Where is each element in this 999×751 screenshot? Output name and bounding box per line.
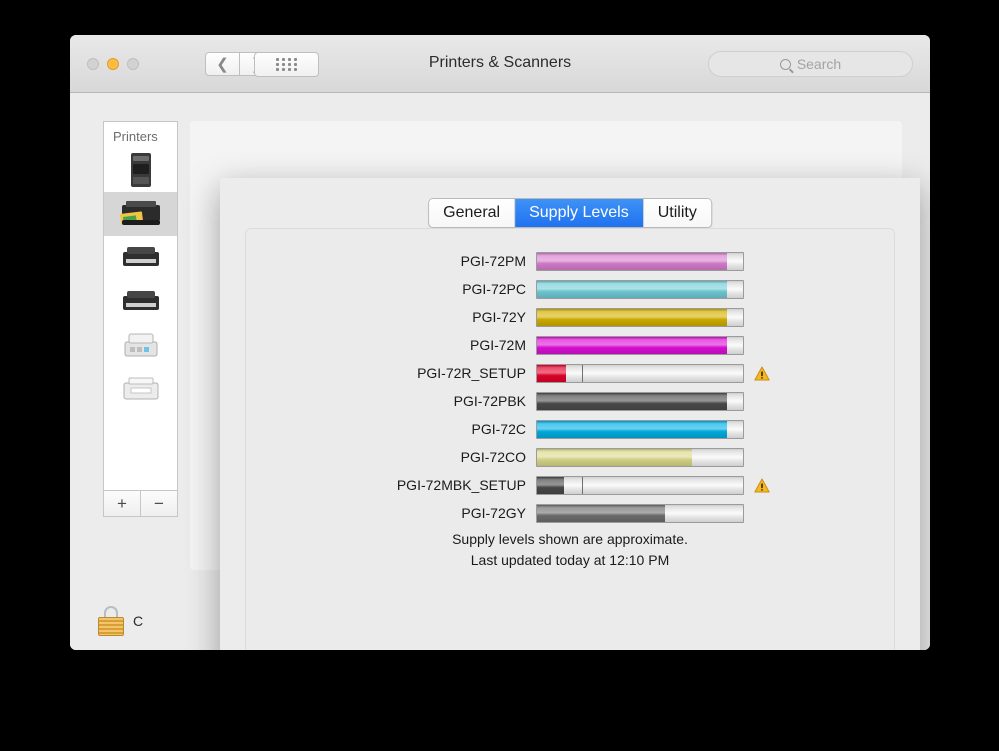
sidebar-add-remove-bar: + − bbox=[103, 491, 178, 517]
warning-spacer bbox=[754, 338, 770, 353]
supply-label: PGI-72MBK_SETUP bbox=[246, 477, 536, 493]
sidebar-item-printer-4[interactable] bbox=[104, 280, 177, 324]
supply-gauge-fill bbox=[537, 309, 727, 326]
supply-gauge-fill bbox=[537, 421, 727, 438]
supply-threshold-tick bbox=[582, 477, 583, 494]
printer-list-sidebar[interactable]: Printers bbox=[103, 121, 178, 491]
supply-row: PGI-72GY bbox=[246, 500, 894, 526]
supply-gauge bbox=[536, 308, 744, 327]
supply-gauge-fill bbox=[537, 449, 692, 466]
search-input[interactable]: Search bbox=[708, 51, 913, 77]
add-printer-button[interactable]: + bbox=[104, 491, 141, 516]
desktop-backdrop: ❮ ❯ Printers & Scanners Search s... Prin bbox=[0, 0, 999, 751]
supply-label: PGI-72M bbox=[246, 337, 536, 353]
supply-gauge bbox=[536, 280, 744, 299]
supply-gauge bbox=[536, 448, 744, 467]
remove-printer-button[interactable]: − bbox=[141, 491, 177, 516]
window-body: s... Printers bbox=[70, 93, 930, 650]
supply-label: PGI-72C bbox=[246, 421, 536, 437]
supply-gauge-fill bbox=[537, 337, 727, 354]
supply-row: PGI-72MBK_SETUP bbox=[246, 472, 894, 498]
tab-utility[interactable]: Utility bbox=[644, 199, 711, 227]
lock-label: C bbox=[133, 613, 143, 629]
supply-label: PGI-72R_SETUP bbox=[246, 365, 536, 381]
warning-spacer bbox=[754, 282, 770, 297]
warning-spacer bbox=[754, 310, 770, 325]
preference-lock-row[interactable]: C bbox=[98, 606, 143, 636]
supply-row: PGI-72M bbox=[246, 332, 894, 358]
supply-gauge bbox=[536, 364, 744, 383]
supply-label: PGI-72Y bbox=[246, 309, 536, 325]
sheet-tab-bar: General Supply Levels Utility bbox=[428, 198, 712, 228]
supply-label: PGI-72PBK bbox=[246, 393, 536, 409]
supply-row: PGI-72PC bbox=[246, 276, 894, 302]
supply-footer-note: Supply levels shown are approximate. Las… bbox=[246, 529, 894, 571]
fax-icon bbox=[119, 330, 163, 362]
printers-and-scanners-window: ❮ ❯ Printers & Scanners Search s... Prin bbox=[70, 35, 930, 650]
tab-general[interactable]: General bbox=[429, 199, 515, 227]
supply-gauge-fill bbox=[537, 477, 564, 494]
supply-gauge bbox=[536, 476, 744, 495]
warning-spacer bbox=[754, 422, 770, 437]
supply-row: PGI-72PM bbox=[246, 248, 894, 274]
supply-gauge-fill bbox=[537, 253, 727, 270]
search-placeholder: Search bbox=[797, 56, 841, 72]
supply-levels-chart: PGI-72PM PGI-72PC PGI-72Y PGI-72M PGI-72R_SE… bbox=[246, 248, 894, 528]
supply-row: PGI-72Y bbox=[246, 304, 894, 330]
sidebar-item-printer-2[interactable] bbox=[104, 192, 177, 236]
supply-row: PGI-72CO bbox=[246, 444, 894, 470]
supply-gauge bbox=[536, 504, 744, 523]
supply-row: PGI-72PBK bbox=[246, 388, 894, 414]
padlock-icon[interactable] bbox=[98, 606, 124, 636]
supply-label: PGI-72CO bbox=[246, 449, 536, 465]
footer-line-2: Last updated today at 12:10 PM bbox=[246, 550, 894, 571]
tab-supply-levels[interactable]: Supply Levels bbox=[515, 199, 644, 227]
warning-triangle-icon bbox=[754, 366, 770, 381]
warning-triangle-icon bbox=[754, 478, 770, 493]
printer-icon bbox=[124, 151, 158, 189]
sidebar-item-printer-3[interactable] bbox=[104, 236, 177, 280]
printer-icon bbox=[118, 242, 164, 274]
warning-spacer bbox=[754, 506, 770, 521]
supply-label: PGI-72PM bbox=[246, 253, 536, 269]
supply-gauge bbox=[536, 336, 744, 355]
supply-levels-sheet: General Supply Levels Utility PGI-72PMPG… bbox=[220, 178, 920, 650]
supply-label: PGI-72PC bbox=[246, 281, 536, 297]
supply-gauge-fill bbox=[537, 505, 665, 522]
window-titlebar: ❮ ❯ Printers & Scanners Search bbox=[70, 35, 930, 93]
supply-label: PGI-72GY bbox=[246, 505, 536, 521]
warning-spacer bbox=[754, 394, 770, 409]
sidebar-item-printer-1[interactable] bbox=[104, 148, 177, 192]
sidebar-item-printer-5[interactable] bbox=[104, 368, 177, 412]
supply-gauge-fill bbox=[537, 281, 727, 298]
printer-icon bbox=[119, 374, 163, 406]
warning-spacer bbox=[754, 254, 770, 269]
search-icon bbox=[780, 59, 791, 70]
footer-line-1: Supply levels shown are approximate. bbox=[246, 529, 894, 550]
supply-gauge bbox=[536, 420, 744, 439]
supply-gauge-fill bbox=[537, 365, 566, 382]
supply-levels-panel: PGI-72PM PGI-72PC PGI-72Y PGI-72M PGI-72R_SE… bbox=[245, 228, 895, 650]
printer-icon bbox=[118, 197, 164, 231]
supply-row: PGI-72R_SETUP bbox=[246, 360, 894, 386]
sidebar-item-fax-1[interactable] bbox=[104, 324, 177, 368]
sidebar-header: Printers bbox=[104, 122, 177, 148]
printer-icon bbox=[118, 286, 164, 318]
warning-spacer bbox=[754, 450, 770, 465]
supply-row: PGI-72C bbox=[246, 416, 894, 442]
supply-threshold-tick bbox=[582, 365, 583, 382]
supply-gauge bbox=[536, 392, 744, 411]
supply-gauge-fill bbox=[537, 393, 727, 410]
supply-gauge bbox=[536, 252, 744, 271]
